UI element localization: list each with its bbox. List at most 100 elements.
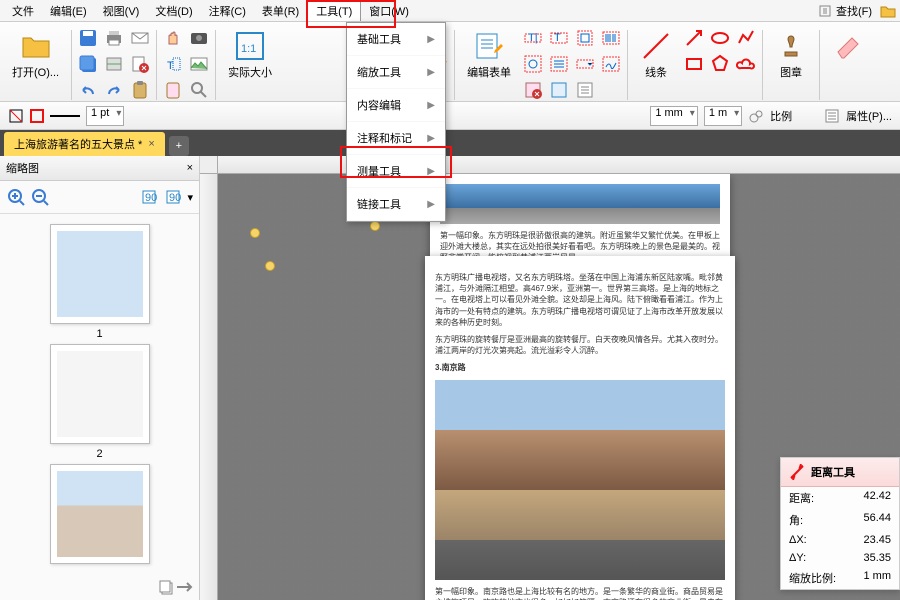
snapshot-icon[interactable] — [189, 28, 209, 48]
dd-annotate-mark[interactable]: 注释和标记▶ — [347, 122, 445, 155]
cloud-icon[interactable] — [736, 54, 756, 74]
thumbnail-num-1: 1 — [96, 328, 102, 340]
dd-measure-tools[interactable]: 测量工具▶ — [347, 155, 445, 188]
menu-file[interactable]: 文件 — [4, 1, 42, 21]
paste-icon[interactable] — [130, 80, 150, 100]
save-icon[interactable] — [78, 28, 98, 48]
open-button[interactable]: 打开(O)... — [4, 26, 67, 84]
thumb-zoom-in-icon[interactable] — [6, 187, 26, 207]
menu-view[interactable]: 视图(V) — [95, 1, 148, 21]
thumbnail-3[interactable] — [50, 464, 150, 564]
property-bar: 1 pt 1 mm 1 m 比例 属性(P)... — [0, 102, 900, 130]
checkbox-field-icon[interactable] — [575, 28, 595, 48]
close-panel-icon[interactable]: × — [187, 162, 193, 174]
highlight-fields-icon[interactable] — [549, 80, 569, 100]
scale-label[interactable]: 比例 — [770, 108, 792, 124]
print-icon[interactable] — [104, 28, 124, 48]
menu-find[interactable]: 查找(F) — [836, 3, 872, 19]
edit-form-button[interactable]: 编辑表单 — [459, 26, 519, 84]
thumb-zoom-out-icon[interactable] — [30, 187, 50, 207]
radio-field-icon[interactable] — [523, 54, 543, 74]
measure-pin[interactable] — [265, 261, 275, 271]
oval-icon[interactable] — [710, 28, 730, 48]
rotate-cw-small-icon[interactable]: 90 — [163, 187, 183, 207]
svg-text:T: T — [554, 32, 561, 44]
hand-icon[interactable] — [163, 28, 183, 48]
line-weight-combo[interactable]: 1 pt — [86, 106, 124, 126]
close-tab-icon[interactable]: × — [148, 138, 154, 150]
barcode-icon[interactable] — [601, 28, 621, 48]
doc-paragraph: 东方明珠广播电视塔，又名东方明珠塔。坐落在中国上海浦东新区陆家嘴。毗邻黄浦江，与… — [435, 272, 725, 328]
dd-basic-tools[interactable]: 基础工具▶ — [347, 23, 445, 56]
doc-paragraph: 东方明珠的旋转餐厅是亚洲最高的旋转餐厅。白天夜晚风情各异。尤其入夜时分。浦江两岸… — [435, 334, 725, 356]
properties-label[interactable]: 属性(P)... — [846, 108, 892, 124]
document-page-lower: 东方明珠广播电视塔，又名东方明珠塔。坐落在中国上海浦东新区陆家嘴。毗邻黄浦江，与… — [425, 256, 735, 600]
textfield-icon[interactable]: T| — [523, 28, 543, 48]
thumbnail-1[interactable] — [50, 224, 150, 324]
thumbnail-2[interactable] — [50, 344, 150, 444]
dy-label: ΔY: — [789, 552, 806, 564]
fill-color-swatch[interactable] — [30, 109, 44, 123]
revert-icon[interactable] — [130, 54, 150, 74]
polyline-icon[interactable] — [736, 28, 756, 48]
measure-pin[interactable] — [370, 221, 380, 231]
menu-document[interactable]: 文档(D) — [147, 1, 200, 21]
listbox-icon[interactable] — [549, 54, 569, 74]
copy-pages-icon[interactable] — [157, 578, 175, 596]
folder-find-icon[interactable] — [880, 3, 896, 19]
eraser-button[interactable] — [824, 26, 872, 66]
thumbnail-image — [57, 351, 143, 437]
dd-zoom-tools[interactable]: 缩放工具▶ — [347, 56, 445, 89]
save-all-icon[interactable] — [78, 54, 98, 74]
polygon-icon[interactable] — [710, 54, 730, 74]
clipboard-icon[interactable] — [163, 80, 183, 100]
more-options-icon[interactable]: ▾ — [187, 191, 193, 204]
add-tab-button[interactable]: + — [169, 136, 189, 156]
arrow-icon[interactable] — [684, 28, 704, 48]
options-arrow-icon[interactable] — [177, 578, 195, 596]
email-icon[interactable] — [130, 28, 150, 48]
find-tool-icon[interactable] — [189, 80, 209, 100]
undo-icon[interactable] — [78, 80, 98, 100]
actual-size-label: 实际大小 — [228, 64, 272, 80]
angle-value: 56.44 — [863, 512, 891, 528]
select-text-icon[interactable]: T — [163, 54, 183, 74]
rotate-ccw-small-icon[interactable]: 90 — [139, 187, 159, 207]
dist-value: 42.42 — [863, 490, 891, 506]
separator — [762, 30, 763, 100]
svg-text:90: 90 — [145, 192, 157, 204]
dd-content-edit[interactable]: 内容编辑▶ — [347, 89, 445, 122]
menu-annotate[interactable]: 注释(C) — [201, 1, 254, 21]
submenu-arrow-icon: ▶ — [427, 166, 435, 177]
line-style-preview — [50, 115, 80, 117]
menu-edit[interactable]: 编辑(E) — [42, 1, 95, 21]
reset-form-icon[interactable] — [523, 80, 543, 100]
separator — [156, 30, 157, 100]
unit-m-combo[interactable]: 1 m — [704, 106, 742, 126]
menu-window[interactable]: 窗口(W) — [361, 1, 417, 21]
dx-label: ΔX: — [789, 534, 807, 546]
measure-pin[interactable] — [250, 228, 260, 238]
form-options-icon[interactable] — [575, 80, 595, 100]
menu-tools[interactable]: 工具(T) — [307, 0, 361, 21]
redo-icon[interactable] — [104, 80, 124, 100]
button-field-icon[interactable]: T — [549, 28, 569, 48]
scan-icon[interactable] — [104, 54, 124, 74]
thumbnail-num-2: 2 — [96, 448, 102, 460]
line-button[interactable]: 线条 — [632, 26, 680, 84]
tab-title: 上海旅游著名的五大景点 * — [14, 136, 142, 152]
stamp-button[interactable]: 图章 — [767, 26, 815, 84]
dd-link-tools[interactable]: 链接工具▶ — [347, 188, 445, 221]
document-tab[interactable]: 上海旅游著名的五大景点 * × — [4, 132, 165, 156]
sign-field-icon[interactable] — [601, 54, 621, 74]
actual-size-button[interactable]: 1:1 实际大小 — [220, 26, 280, 84]
unit-mm-combo[interactable]: 1 mm — [650, 106, 698, 126]
select-image-icon[interactable] — [189, 54, 209, 74]
menu-form[interactable]: 表单(R) — [254, 1, 307, 21]
line-icon — [640, 30, 672, 62]
combo-field-icon[interactable] — [575, 54, 595, 74]
stroke-icon[interactable] — [8, 108, 24, 124]
scale-value: 1 mm — [864, 570, 892, 586]
rect-icon[interactable] — [684, 54, 704, 74]
separator — [627, 30, 628, 100]
